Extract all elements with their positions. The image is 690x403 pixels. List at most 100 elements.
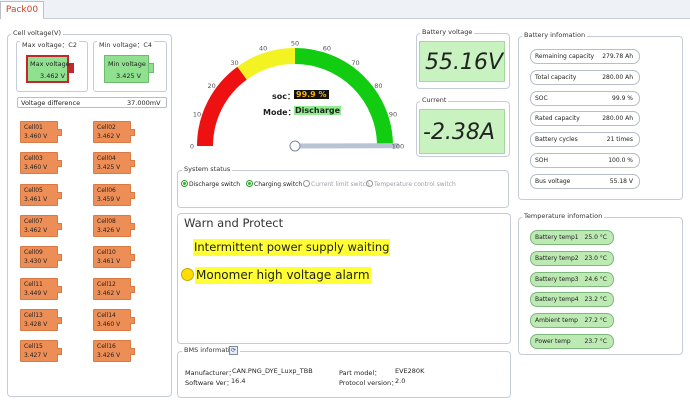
cell-value: 3.462 V <box>24 227 48 234</box>
tab-pack00[interactable]: Pack00 <box>0 1 44 19</box>
temperature-row: Ambient temp 27.2 °C <box>530 313 614 328</box>
status-radio-label: Temperature control switch <box>374 181 456 188</box>
temperature-label: Battery temp4 <box>535 296 579 303</box>
cell-terminal <box>130 192 135 199</box>
cell-name: Cell10 <box>97 249 116 256</box>
radio-dot-icon <box>181 180 188 187</box>
battery-voltage-title: Battery voltage <box>420 28 475 36</box>
battery-info-value: 99.9 % <box>612 95 633 102</box>
soc-value: 99.9 % <box>294 90 329 99</box>
gauge-tick-label: 40 <box>259 45 267 53</box>
max-voltage-header: Max voltage：C2 <box>20 41 79 49</box>
cell-battery: Cell02 3.462 V <box>93 121 135 143</box>
voltage-difference-value: 37.000mV <box>127 99 161 107</box>
status-radio[interactable]: Current limit switch <box>303 180 370 188</box>
status-radio[interactable]: Temperature control switch <box>366 180 456 188</box>
cell-terminal <box>57 223 62 230</box>
battery-info-label: Bus voltage <box>535 178 571 185</box>
cell-battery: Cell15 3.427 V <box>20 340 62 362</box>
gauge-tick-label: 60 <box>323 45 331 53</box>
temperature-value: 25.0 °C <box>584 234 607 241</box>
temperature-row: Battery temp2 23.0 °C <box>530 251 614 266</box>
gauge-hub <box>289 140 301 152</box>
status-radio-label: Charging switch <box>254 181 303 188</box>
cell-battery: Cell09 3.430 V <box>20 246 62 268</box>
cell-terminal <box>57 160 62 167</box>
system-status-row: Discharge switch Charging switch Current l… <box>181 180 507 190</box>
cell-value: 3.427 V <box>24 352 48 359</box>
battery-info-value: 55.18 V <box>609 178 633 185</box>
software-label: Software Ver： <box>185 379 233 387</box>
battery-info-label: SOH <box>535 157 549 164</box>
temperature-label: Battery temp2 <box>535 255 579 262</box>
cell-name: Cell08 <box>97 218 116 225</box>
gauge-tick-label: 30 <box>230 59 238 67</box>
gauge-green-arc <box>294 48 393 147</box>
manufacturer-label: Manufacturer： <box>185 369 236 377</box>
gauge-tick-label: 100 <box>392 143 404 151</box>
manufacturer-value: CAN.PNG_DYE_Luxp_TBB <box>232 367 313 375</box>
cell-name: Cell02 <box>97 124 116 131</box>
status-radio[interactable]: Discharge switch <box>181 180 240 188</box>
cell-name: Cell04 <box>97 155 116 162</box>
bms-refresh-icon[interactable]: ⟳ <box>229 346 238 355</box>
battery-info-row: SOH 100.0 % <box>530 153 640 168</box>
gauge-yellow-arc <box>237 48 296 80</box>
battery-info-label: Battery cycles <box>535 136 578 143</box>
cell-name: Cell15 <box>24 343 43 350</box>
cell-value: 3.462 V <box>97 133 121 140</box>
battery-info-label: Rated capacity <box>535 115 580 122</box>
cell-voltage-title: Cell voltage(V) <box>11 29 64 37</box>
cell-battery: Cell14 3.460 V <box>93 309 135 331</box>
cell-battery: Cell05 3.461 V <box>20 184 62 206</box>
battery-info-value: 21 times <box>606 136 633 143</box>
battery-info-title: Battery infomation <box>522 31 588 39</box>
cell-battery: Cell03 3.460 V <box>20 152 62 174</box>
battery-info-row: Battery cycles 21 times <box>530 132 640 147</box>
cell-name: Cell13 <box>24 312 43 319</box>
tab-bar <box>0 0 690 19</box>
min-voltage-header: Min voltage：C4 <box>97 41 155 49</box>
cell-name: Cell06 <box>97 187 116 194</box>
cell-name: Cell03 <box>24 155 43 162</box>
min-voltage-label: Min voltage <box>108 60 146 68</box>
cell-name: Cell07 <box>24 218 43 225</box>
temperature-value: 23.0 °C <box>584 255 607 262</box>
cell-value: 3.428 V <box>24 321 48 328</box>
cell-battery: Cell04 3.425 V <box>93 152 135 174</box>
cell-battery: Cell07 3.462 V <box>20 215 62 237</box>
cell-name: Cell12 <box>97 281 116 288</box>
current-value: -2.38A <box>419 109 505 154</box>
cell-battery: Cell12 3.462 V <box>93 278 135 300</box>
cell-value: 3.426 V <box>97 352 121 359</box>
battery-info-row: Total capacity 280.00 Ah <box>530 70 640 85</box>
cell-value: 3.425 V <box>97 164 121 171</box>
voltage-difference-label: Voltage difference <box>21 99 81 107</box>
cell-terminal <box>130 348 135 355</box>
cell-value: 3.459 V <box>97 196 121 203</box>
cell-terminal <box>57 286 62 293</box>
warn-indicator-dot <box>181 268 194 281</box>
battery-info-row: Bus voltage 55.18 V <box>530 174 640 189</box>
gauge-tick-label: 80 <box>374 82 382 90</box>
cell-battery: Cell11 3.449 V <box>20 278 62 300</box>
system-status-title: System status <box>182 165 233 173</box>
soc-label: soc： <box>272 92 295 101</box>
part-model-label: Part model： <box>339 369 381 377</box>
temperature-row: Battery temp3 24.6 °C <box>530 272 614 287</box>
warn-message-2: Monomer high voltage alarm <box>195 267 371 284</box>
cell-terminal <box>57 348 62 355</box>
battery-voltage-value: 55.16V <box>419 41 505 82</box>
cell-battery: Cell06 3.459 V <box>93 184 135 206</box>
battery-info-row: SOC 99.9 % <box>530 91 640 106</box>
cell-terminal <box>130 223 135 230</box>
temperature-label: Ambient temp <box>535 317 578 324</box>
cell-terminal <box>57 254 62 261</box>
gauge-tick-label: 50 <box>291 40 299 48</box>
battery-info-value: 280.00 Ah <box>602 74 633 81</box>
cell-name: Cell11 <box>24 281 43 288</box>
status-radio[interactable]: Charging switch <box>246 180 302 188</box>
warn-protect-title: Warn and Protect <box>182 216 286 230</box>
status-radio-label: Discharge switch <box>189 181 241 188</box>
warn-message-1: Intermittent power supply waiting <box>193 239 391 256</box>
